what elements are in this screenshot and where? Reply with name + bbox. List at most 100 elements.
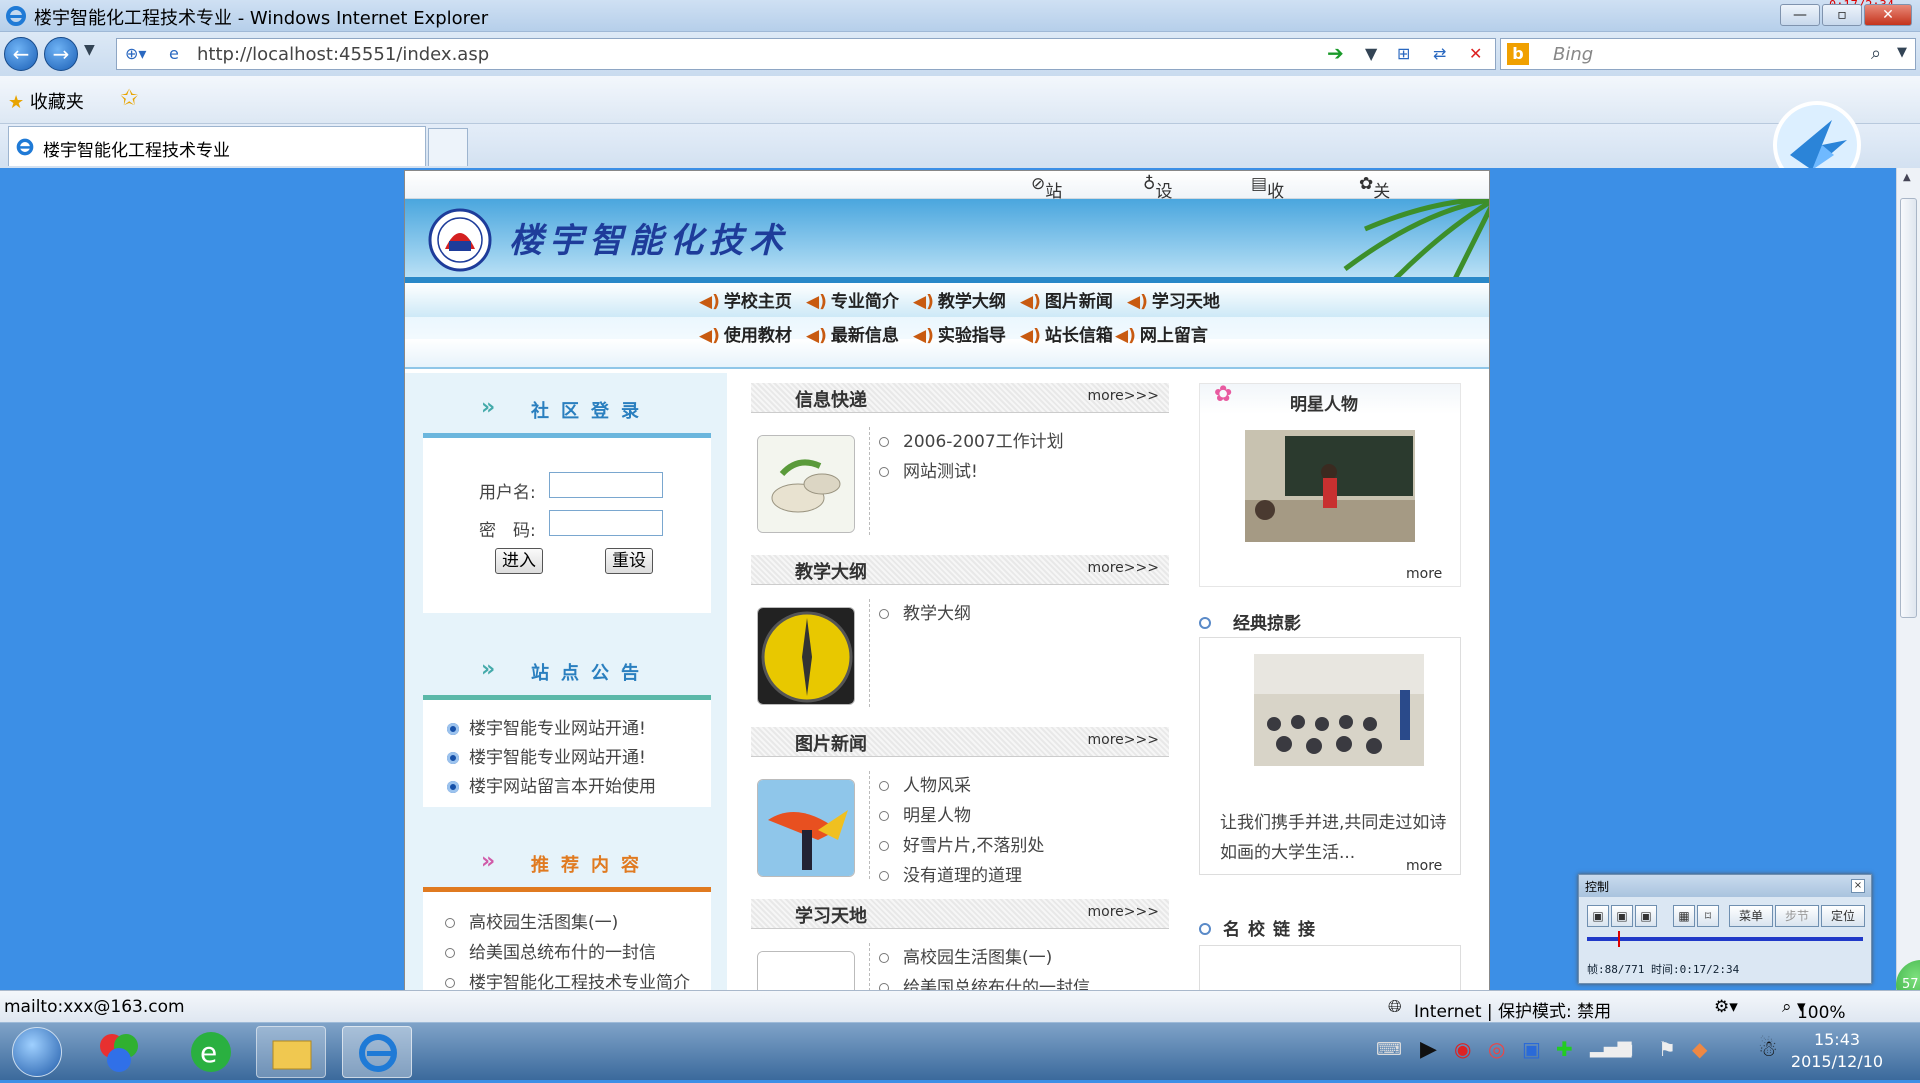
notice-item[interactable]: 楼宇智能专业网站开通! — [447, 743, 646, 768]
menu-textbooks[interactable]: ◀) 使用教材 — [699, 321, 792, 346]
compat-view-icon[interactable]: ⊕▾ — [125, 44, 146, 63]
section-item[interactable]: 没有道理的道理 — [879, 861, 1022, 886]
control-btn-4[interactable]: ▦ — [1673, 905, 1695, 927]
circle-bullet-icon — [879, 467, 889, 477]
password-input[interactable] — [549, 510, 663, 536]
clock[interactable]: 15:43 2015/12/10 — [1782, 1029, 1892, 1073]
keyboard-icon[interactable]: ⌨ — [1376, 1039, 1402, 1060]
volume-icon[interactable]: 🔈︎ — [1626, 1037, 1638, 1061]
more-link[interactable]: more>>> — [1088, 388, 1159, 404]
taskbar-ie[interactable] — [342, 1026, 412, 1078]
tab-current[interactable]: 楼宇智能化工程技术专业 — [8, 126, 426, 166]
rss-icon[interactable]: ⊞ — [1397, 44, 1410, 63]
tray-icon-5[interactable]: ⚑ — [1658, 1037, 1676, 1061]
tray-icon-4[interactable]: ✚ — [1556, 1037, 1573, 1061]
search-box[interactable]: b Bing ⌕ ▼ — [1500, 38, 1916, 70]
scroll-up-icon[interactable]: ▲ — [1903, 172, 1911, 183]
stop-icon[interactable]: ✕ — [1469, 44, 1482, 63]
go-icon[interactable]: ➔ — [1327, 41, 1344, 65]
more-link[interactable]: more>>> — [1088, 732, 1159, 748]
maximize-button[interactable]: ▫ — [1822, 4, 1862, 26]
topnav-site-map[interactable]: ⊘站点导航 — [1031, 174, 1062, 277]
zoom-control[interactable]: ⌕ 100% ▾ — [1782, 997, 1846, 1023]
menu-photo-news[interactable]: ◀) 图片新闻 — [1020, 287, 1113, 312]
section-item[interactable]: 给美国总统布什的一封信 — [879, 973, 1090, 990]
refresh-icon[interactable]: ⇄ — [1433, 44, 1446, 63]
circle-bullet-icon — [879, 609, 889, 619]
locate-button[interactable]: 定位 — [1821, 905, 1865, 927]
favorites-button[interactable]: ★ 收藏夹 — [8, 88, 84, 114]
tray-icon-6[interactable]: ◆ — [1692, 1037, 1707, 1061]
history-dropdown-icon[interactable]: ▼ — [84, 42, 95, 58]
control-btn-5[interactable]: ⌑ — [1697, 905, 1719, 927]
qq-icon[interactable]: ☃ — [1758, 1037, 1778, 1062]
search-dropdown-icon[interactable]: ▼ — [1897, 45, 1907, 60]
add-favorite-icon[interactable]: ✩ — [120, 86, 138, 111]
menu-school-home[interactable]: ◀) 学校主页 — [699, 287, 792, 312]
menu-study[interactable]: ◀) 学习天地 — [1127, 287, 1220, 312]
search-icon[interactable]: ⌕ — [1871, 43, 1881, 64]
back-icon[interactable]: ← — [4, 37, 38, 71]
tray-icon-3[interactable]: ▣ — [1522, 1037, 1541, 1061]
taskbar-app-2[interactable]: e — [176, 1026, 246, 1078]
clock-date: 2015/12/10 — [1790, 1052, 1884, 1071]
step-button[interactable]: 步节 — [1775, 905, 1819, 927]
close-button[interactable]: ✕ — [1864, 4, 1912, 26]
section-item[interactable]: 网站测试! — [879, 457, 978, 482]
more-link[interactable]: more>>> — [1088, 560, 1159, 576]
topnav-bookmark[interactable]: ▤收藏站点 — [1251, 174, 1284, 277]
section-item[interactable]: 2006-2007工作计划 — [879, 427, 1064, 452]
control-btn-2[interactable]: ▣ — [1611, 905, 1633, 927]
progress-track[interactable] — [1587, 937, 1863, 941]
reset-button[interactable]: 重设 — [605, 548, 653, 574]
enter-button[interactable]: 进入 — [495, 548, 543, 574]
play-icon[interactable]: ▶ — [1420, 1037, 1437, 1062]
star-more-link[interactable]: more — [1406, 566, 1442, 582]
tray-icon-1[interactable]: ◉ — [1454, 1037, 1471, 1061]
notice-item[interactable]: 楼宇网站留言本开始使用 — [447, 772, 656, 797]
security-icon[interactable]: ⚙▾ — [1714, 997, 1738, 1017]
section-item[interactable]: 人物风采 — [879, 771, 971, 796]
section-item[interactable]: 好雪片片,不落别处 — [879, 831, 1044, 856]
links-box — [1199, 945, 1461, 990]
url-dropdown-icon[interactable]: ▼ — [1365, 44, 1377, 63]
clock-time: 15:43 — [1813, 1030, 1861, 1049]
topnav-set-home[interactable]: ♁设置首页 — [1143, 174, 1172, 277]
control-btn-1[interactable]: ▣ — [1587, 905, 1609, 927]
taskbar-app-1[interactable] — [84, 1026, 154, 1078]
minimize-button[interactable]: — — [1780, 4, 1820, 26]
recommend-item[interactable]: 高校园生活图集(一) — [445, 908, 618, 933]
menu-major-intro[interactable]: ◀) 专业简介 — [806, 287, 899, 312]
control-close-icon[interactable]: × — [1851, 879, 1865, 893]
circle-bullet-icon — [879, 841, 889, 851]
new-tab-button[interactable] — [428, 128, 468, 166]
section-item[interactable]: 高校园生活图集(一) — [879, 943, 1052, 968]
section-item[interactable]: 明星人物 — [879, 801, 971, 826]
section-item[interactable]: 教学大纲 — [879, 599, 971, 624]
menu-syllabus[interactable]: ◀) 教学大纲 — [913, 287, 1006, 312]
taskbar-explorer[interactable] — [256, 1026, 326, 1078]
forward-icon[interactable]: → — [44, 37, 78, 71]
username-input[interactable] — [549, 472, 663, 498]
vertical-scrollbar[interactable]: ▲ — [1896, 168, 1920, 990]
notice-item[interactable]: 楼宇智能专业网站开通! — [447, 714, 646, 739]
control-btn-3[interactable]: ▣ — [1635, 905, 1657, 927]
topnav-about[interactable]: ✿关于我们 — [1359, 174, 1390, 277]
recommend-item[interactable]: 楼宇智能化工程技术专业简介 — [445, 968, 690, 990]
url-text[interactable]: http://localhost:45551/index.asp — [197, 44, 489, 65]
circle-bullet-icon — [445, 948, 455, 958]
menu-lab-guide[interactable]: ◀) 实验指导 — [913, 321, 1006, 346]
more-link[interactable]: more>>> — [1088, 904, 1159, 920]
start-button[interactable] — [12, 1027, 62, 1077]
progress-marker[interactable] — [1618, 931, 1621, 947]
tray-icon-2[interactable]: ◎ — [1488, 1037, 1505, 1061]
address-bar[interactable]: ⊕▾ e http://localhost:45551/index.asp ➔ … — [116, 38, 1496, 70]
recommend-item[interactable]: 给美国总统布什的一封信 — [445, 938, 656, 963]
menu-latest[interactable]: ◀) 最新信息 — [806, 321, 899, 346]
scroll-thumb[interactable] — [1900, 198, 1917, 618]
classic-more-link[interactable]: more — [1406, 858, 1442, 874]
menu-guestbook[interactable]: ◀) 网上留言 — [1115, 321, 1208, 346]
menu-mailbox[interactable]: ◀) 站长信箱 — [1020, 321, 1113, 346]
menu-button[interactable]: 菜单 — [1729, 905, 1773, 927]
svg-text:e: e — [200, 1036, 217, 1069]
